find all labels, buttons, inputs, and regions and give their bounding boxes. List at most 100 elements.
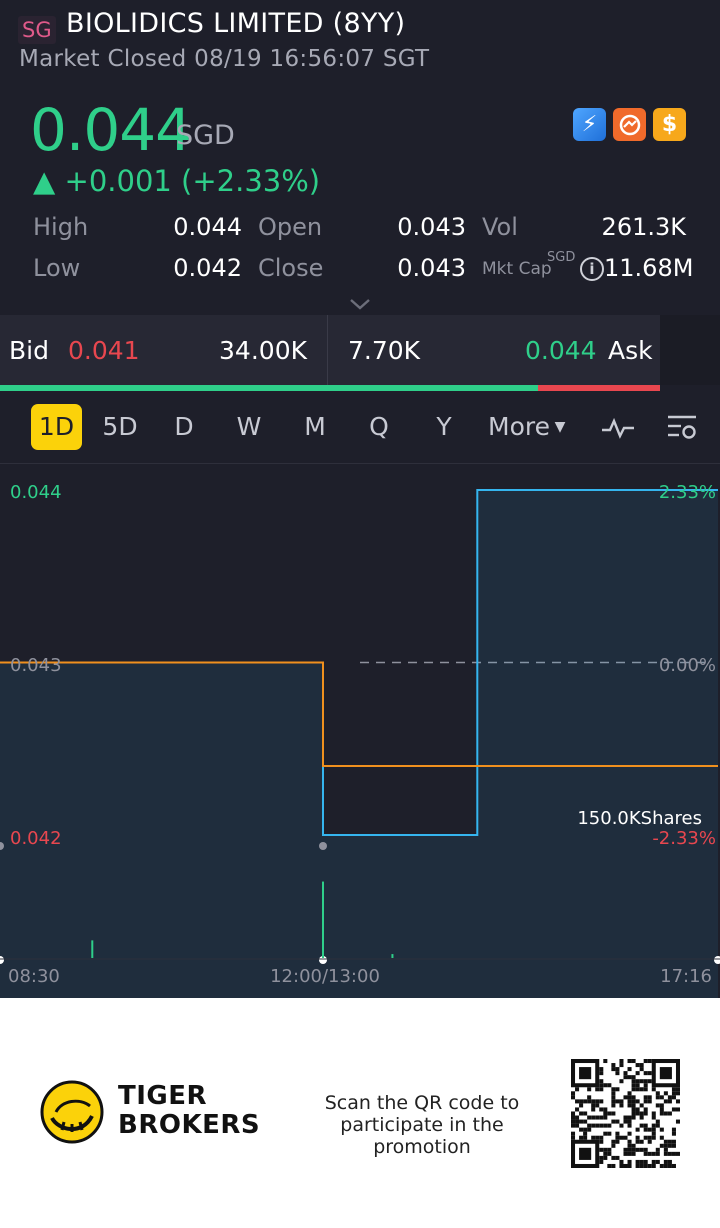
tab-more[interactable]: More bbox=[488, 404, 552, 450]
qr-module bbox=[639, 1111, 644, 1116]
y-pct-low: -2.33% bbox=[652, 828, 716, 849]
qr-module bbox=[643, 1071, 648, 1076]
tab-m[interactable]: M bbox=[294, 404, 336, 450]
qr-module bbox=[595, 1135, 600, 1140]
qr-module bbox=[643, 1083, 648, 1088]
qr-module bbox=[603, 1111, 608, 1116]
qr-module bbox=[647, 1095, 652, 1100]
tab-5d[interactable]: 5D bbox=[96, 404, 144, 450]
qr-module bbox=[675, 1091, 680, 1096]
info-icon[interactable]: i bbox=[580, 257, 604, 281]
qr-module bbox=[639, 1063, 644, 1068]
qr-module bbox=[595, 1099, 600, 1104]
low-value: 0.042 bbox=[173, 254, 242, 282]
qr-module bbox=[659, 1135, 664, 1140]
qr-module bbox=[671, 1107, 676, 1112]
qr-module bbox=[627, 1159, 632, 1164]
qr-module bbox=[651, 1131, 656, 1136]
qr-module bbox=[651, 1159, 656, 1164]
qr-module bbox=[623, 1147, 628, 1152]
qr-module bbox=[619, 1159, 624, 1164]
qr-module bbox=[595, 1103, 600, 1108]
qr-module bbox=[651, 1087, 656, 1092]
qr-module bbox=[643, 1087, 648, 1092]
volume-bar-1 bbox=[391, 954, 394, 958]
qr-module bbox=[667, 1151, 672, 1156]
qr-module bbox=[651, 1135, 656, 1140]
qr-module bbox=[627, 1075, 632, 1080]
tab-q[interactable]: Q bbox=[358, 404, 400, 450]
qr-module bbox=[623, 1075, 628, 1080]
qr-module bbox=[635, 1063, 640, 1068]
lightning-icon[interactable]: ⚡ bbox=[573, 108, 606, 141]
qr-module bbox=[639, 1079, 644, 1084]
y-pct-mid: 0.00% bbox=[658, 655, 716, 676]
ask-price: 0.044 bbox=[525, 336, 597, 365]
brand-name: TIGER BROKERS bbox=[118, 1082, 260, 1140]
qr-module bbox=[591, 1123, 596, 1128]
qr-module bbox=[627, 1067, 632, 1072]
promo-text: Scan the QR code to participate in the p… bbox=[324, 1092, 520, 1158]
qr-module bbox=[587, 1095, 592, 1100]
qr-module bbox=[639, 1159, 644, 1164]
qr-module bbox=[583, 1099, 588, 1104]
qr-module bbox=[623, 1119, 628, 1124]
qr-module bbox=[587, 1087, 592, 1092]
qr-module bbox=[667, 1111, 672, 1116]
tab-d[interactable]: D bbox=[164, 404, 204, 450]
qr-module bbox=[663, 1111, 668, 1116]
qr-module bbox=[603, 1059, 608, 1064]
qr-module bbox=[603, 1107, 608, 1112]
settings-icon[interactable] bbox=[662, 404, 702, 450]
qr-module bbox=[675, 1087, 680, 1092]
qr-module bbox=[647, 1139, 652, 1144]
mktcap-label: Mkt Cap bbox=[482, 259, 552, 279]
qr-module bbox=[667, 1139, 672, 1144]
indicator-icon[interactable] bbox=[598, 404, 638, 450]
qr-module bbox=[611, 1099, 616, 1104]
card-icon[interactable] bbox=[613, 108, 646, 141]
qr-module bbox=[623, 1151, 628, 1156]
qr-module bbox=[631, 1147, 636, 1152]
tab-w[interactable]: W bbox=[228, 404, 270, 450]
qr-module bbox=[663, 1163, 668, 1168]
qr-module bbox=[571, 1119, 576, 1124]
qr-code[interactable] bbox=[571, 1059, 680, 1168]
volume-tooltip: 150.0KShares bbox=[577, 808, 702, 829]
qr-module bbox=[631, 1095, 636, 1100]
ask-ratio-bar bbox=[538, 385, 660, 391]
qr-module bbox=[627, 1143, 632, 1148]
qr-module bbox=[619, 1063, 624, 1068]
qr-module bbox=[571, 1115, 576, 1120]
qr-module bbox=[615, 1067, 620, 1072]
chevron-down-icon[interactable] bbox=[349, 292, 371, 316]
tab-y[interactable]: Y bbox=[424, 404, 464, 450]
chevron-glyph bbox=[350, 299, 370, 310]
qr-module bbox=[611, 1119, 616, 1124]
qr-module bbox=[619, 1135, 624, 1140]
qr-module bbox=[671, 1127, 676, 1132]
qr-module bbox=[655, 1091, 660, 1096]
qr-layer bbox=[571, 1059, 680, 1168]
qr-module bbox=[579, 1119, 584, 1124]
price-currency: SGD bbox=[176, 120, 235, 151]
qr-module bbox=[571, 1111, 576, 1116]
qr-module bbox=[655, 1159, 660, 1164]
qr-module bbox=[599, 1087, 604, 1092]
qr-module bbox=[595, 1123, 600, 1128]
qr-module bbox=[579, 1111, 584, 1116]
indicator-glyph bbox=[602, 417, 634, 439]
tab-1d[interactable]: 1D bbox=[31, 404, 82, 450]
qr-module bbox=[631, 1107, 636, 1112]
qr-module bbox=[591, 1107, 596, 1112]
qr-module bbox=[631, 1115, 636, 1120]
dollar-icon[interactable]: $ bbox=[653, 108, 686, 141]
qr-module bbox=[643, 1123, 648, 1128]
qr-module bbox=[599, 1099, 604, 1104]
qr-module bbox=[599, 1147, 604, 1152]
intraday-chart[interactable] bbox=[0, 464, 720, 998]
qr-module bbox=[587, 1115, 592, 1120]
qr-module bbox=[639, 1115, 644, 1120]
qr-module bbox=[611, 1103, 616, 1108]
qr-module bbox=[651, 1115, 656, 1120]
